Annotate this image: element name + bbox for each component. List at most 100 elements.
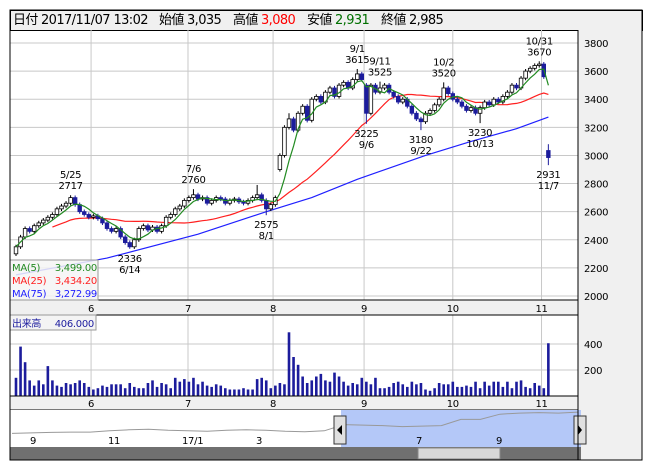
volume-bar [296,364,300,396]
candle-up [491,98,496,106]
volume-bar [224,388,227,396]
annotation-label: 3225 [354,129,378,140]
volume-bar [78,380,81,396]
volume-bar [483,381,486,396]
volume-bar [315,376,318,396]
volume-bar [415,384,418,396]
volume-bar [164,384,168,396]
volume-bar [187,381,191,396]
volume-bar [396,381,400,396]
ma25-label: MA(25) [12,276,47,287]
volume-bar [64,383,68,396]
candle-up [13,246,19,255]
volume-bar [465,385,468,396]
volume-bar [128,383,132,396]
candle-down [359,73,364,80]
candle-up [41,219,46,224]
volume-bar [274,385,277,396]
volume-legend: 出来高 406.000 [9,314,97,331]
volume-bar [374,377,377,396]
navigator-selection[interactable] [341,410,581,447]
annotation-label: 10/31 [526,36,553,47]
candle-up [132,239,137,248]
price-tick-label: 2400 [584,236,608,247]
candle-up [441,87,446,100]
volume-bar [205,385,209,396]
candle-up [509,84,515,93]
candle-up [537,63,542,66]
volume-bar [251,389,254,396]
volume-bar [142,388,145,396]
candle-up [368,84,374,114]
volume-label: 出来高 [12,317,41,330]
candle-down [459,101,465,107]
annotation-label: 2931 [536,170,560,181]
volume-bar [337,376,341,396]
volume-bar [369,384,373,396]
candle-down [218,197,223,200]
volume-bar [23,362,27,396]
volume-bar [419,383,423,396]
ma5-label: MA(5) [12,263,41,274]
month-tick-label: 9 [361,304,367,315]
volume-bar [324,380,327,396]
volume-value: 406.000 [55,319,94,330]
scrollbar-thumb[interactable] [417,447,501,460]
candle-up [527,67,533,72]
ma-legend: MA(5) 3,499.00 MA(25) 3,434.20 MA(75) 3,… [9,259,99,301]
volume-bar [260,377,263,396]
volume-bar [401,384,405,396]
volume-bar [155,386,159,396]
volume-bar [32,385,36,396]
month-tick-label: 7 [185,304,191,315]
annotation-label: 3525 [368,68,392,79]
volume-bar [501,386,505,396]
volume-tick-label: 200 [584,366,602,377]
volume-bar [456,386,459,396]
volume-bar [492,381,496,396]
ma75-label: MA(75) [12,289,47,300]
price-tick-label: 3200 [584,123,608,134]
annotation-label: 10/2 [433,57,454,68]
volume-bar [96,388,100,396]
volume-bar [355,384,359,396]
volume-bar [37,380,41,396]
month-tick-label: 10 [447,399,459,410]
annotation-label: 2336 [118,254,142,265]
annotation-label: 3520 [432,68,456,79]
candle-down [82,211,87,215]
candle-down [395,96,401,103]
candle-down [145,225,151,231]
volume-bar [346,385,350,396]
candle-up [314,96,319,100]
volume-bar [478,388,482,396]
candle-up [177,205,182,210]
annotation-label: 6/14 [119,265,140,276]
candle-up [532,65,537,69]
candle-up [436,98,442,106]
volume-bar [82,383,86,396]
volume-bar [73,383,77,396]
volume-bar [428,390,432,396]
ma5-value: 3,499.00 [55,263,97,274]
candle-up [254,194,260,199]
volume-bar [410,381,414,396]
volume-bar [365,381,368,396]
chart-canvas[interactable]: 5/25271723366/147/6276025758/19/13615322… [0,0,652,469]
price-tick-label: 2200 [584,264,608,275]
navigator-tick-label: 11 [108,436,120,447]
volume-bar [510,388,514,396]
volume-bar [446,384,450,396]
navigator[interactable]: 9 11 17/1 3 7 9 [10,410,587,460]
candle-up [268,204,273,210]
volume-bar [183,379,186,396]
candle-up [186,197,192,201]
volume-bar [178,381,182,396]
candle-up [45,216,51,221]
volume-bar [474,381,477,396]
candle-down [318,96,324,103]
annotation-label: 3180 [409,135,433,146]
candle-up [468,107,474,111]
volume-bar [151,380,154,396]
volume-bar [292,357,295,396]
